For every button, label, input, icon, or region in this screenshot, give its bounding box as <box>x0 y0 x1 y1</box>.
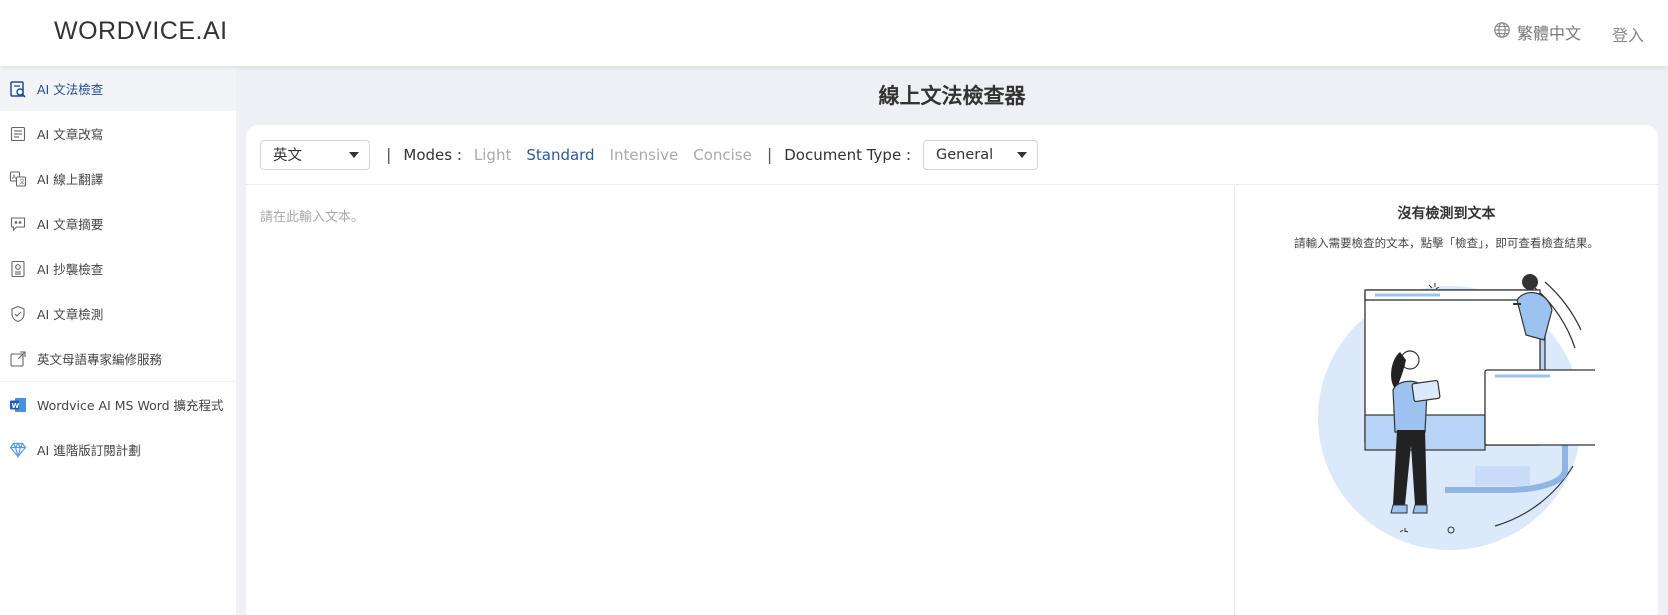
language-select-value: 英文 <box>273 148 302 164</box>
mode-standard[interactable]: Standard <box>526 146 594 164</box>
chevron-down-icon <box>1017 151 1028 158</box>
diamond-icon <box>8 440 28 460</box>
result-title: 沒有檢測到文本 <box>1397 206 1496 222</box>
document-type-value: General <box>936 146 994 163</box>
modes-label: Modes : <box>403 145 462 164</box>
sidebar: AI 文法檢查 AI 文章改寫 A文 AI 線上翻譯 AI 文章摘要 AI 抄襲… <box>0 66 236 615</box>
page-title: 線上文法檢查器 <box>878 84 1026 108</box>
top-bar: WORDVICE.AI 繁體中文 登入 <box>0 0 1668 66</box>
document-type-label: Document Type : <box>784 145 912 164</box>
svg-text:文: 文 <box>19 178 25 186</box>
mode-intensive[interactable]: Intensive <box>610 146 679 164</box>
summary-icon <box>8 214 28 234</box>
result-description: 請輸入需要檢查的文本，點擊「檢查」，即可查看檢查結果。 <box>1294 236 1599 250</box>
text-editor <box>246 186 1234 615</box>
sidebar-item-ai-detector[interactable]: AI 文章檢測 <box>0 291 236 336</box>
sidebar-item-summary[interactable]: AI 文章摘要 <box>0 201 236 246</box>
globe-icon <box>1493 21 1511 43</box>
text-input[interactable] <box>246 186 1234 615</box>
sidebar-item-label: AI 抄襲檢查 <box>37 262 104 277</box>
language-select[interactable]: 英文 <box>260 139 370 170</box>
sidebar-item-plagiarism[interactable]: AI 抄襲檢查 <box>0 246 236 291</box>
sidebar-item-label: AI 文章摘要 <box>37 217 104 232</box>
logo[interactable]: WORDVICE.AI <box>54 17 228 46</box>
language-switcher[interactable]: 繁體中文 <box>1493 20 1581 44</box>
sidebar-item-grammar-check[interactable]: AI 文法檢查 <box>0 66 236 111</box>
sidebar-item-editing-service[interactable]: 英文母語專家編修服務 <box>0 336 236 381</box>
ai-detector-icon <box>8 304 28 324</box>
sidebar-item-label: AI 文章檢測 <box>37 307 104 322</box>
external-link-icon <box>8 349 28 369</box>
grammar-check-icon <box>8 79 28 99</box>
sidebar-item-rewrite[interactable]: AI 文章改寫 <box>0 111 236 156</box>
toolbar: 英文 | Modes : Light Standard Intensive Co… <box>246 125 1658 185</box>
document-type-select[interactable]: General <box>923 139 1039 170</box>
login-link[interactable]: 登入 <box>1612 22 1644 46</box>
separator: | <box>766 145 773 164</box>
sidebar-item-subscription[interactable]: AI 進階版訂閱計劃 <box>0 427 236 472</box>
chevron-down-icon <box>349 151 359 158</box>
sidebar-item-translate[interactable]: A文 AI 線上翻譯 <box>0 156 236 201</box>
plagiarism-icon <box>8 259 28 279</box>
mode-light[interactable]: Light <box>474 146 511 164</box>
sidebar-item-label: Wordvice AI MS Word 擴充程式 <box>37 398 224 413</box>
empty-state-illustration <box>1295 260 1621 554</box>
ms-word-icon: W <box>8 395 28 415</box>
sidebar-item-ms-word[interactable]: W Wordvice AI MS Word 擴充程式 <box>0 382 236 427</box>
result-panel: 沒有檢測到文本 請輸入需要檢查的文本，點擊「檢查」，即可查看檢查結果。 <box>1235 186 1658 615</box>
separator: | <box>386 145 392 164</box>
sidebar-item-label: AI 文章改寫 <box>37 127 104 142</box>
sidebar-item-label: 英文母語專家編修服務 <box>37 352 163 367</box>
sidebar-item-label: AI 進階版訂閱計劃 <box>37 443 141 458</box>
sidebar-item-label: AI 文法檢查 <box>37 82 104 97</box>
svg-text:W: W <box>12 402 20 410</box>
rewrite-icon <box>8 124 28 144</box>
mode-concise[interactable]: Concise <box>693 146 752 164</box>
sidebar-item-label: AI 線上翻譯 <box>37 172 104 187</box>
language-label: 繁體中文 <box>1517 24 1582 43</box>
grammar-checker-card: 英文 | Modes : Light Standard Intensive Co… <box>246 125 1658 615</box>
translate-icon: A文 <box>8 169 28 189</box>
